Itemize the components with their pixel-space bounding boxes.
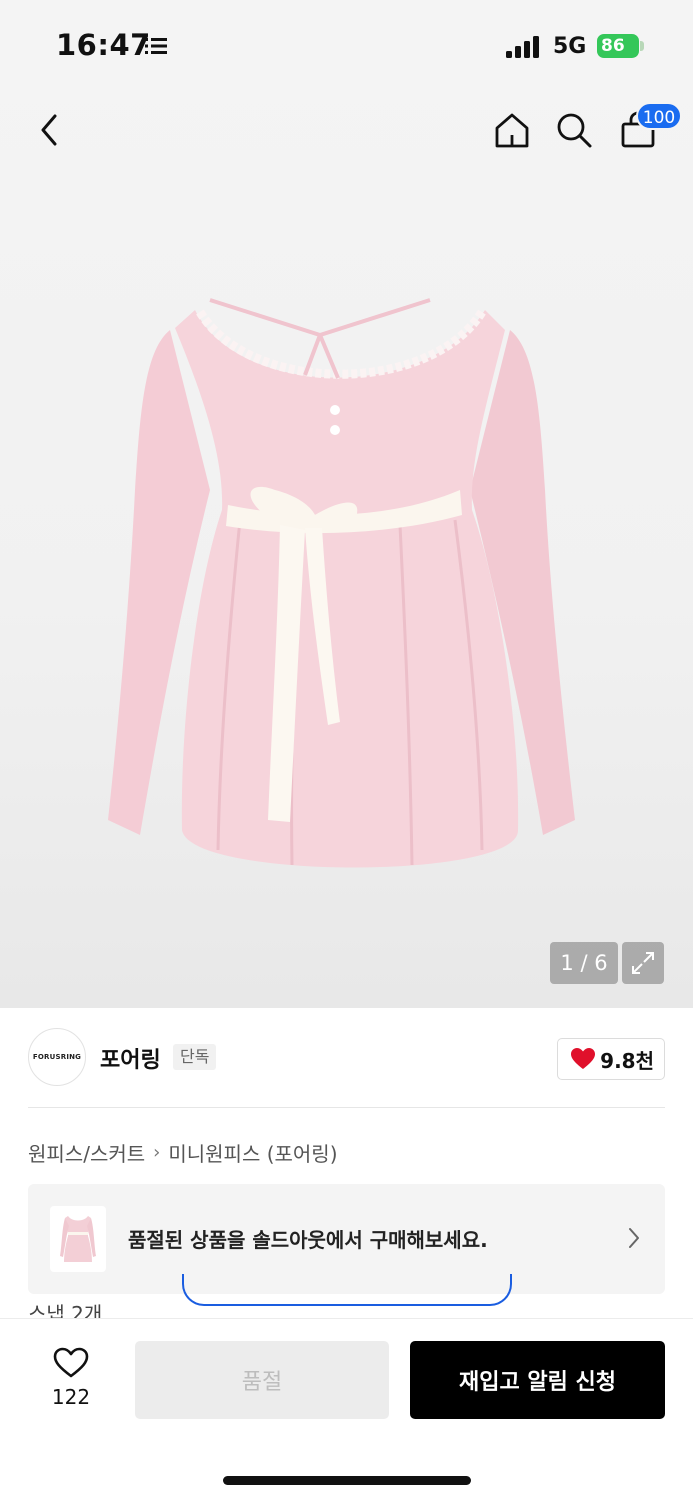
brand-like-count: 9.8천	[600, 1048, 654, 1073]
bottom-action-bar: 122 품절 재입고 알림 신청	[0, 1318, 693, 1501]
divider	[28, 1107, 665, 1108]
back-icon	[41, 114, 57, 146]
cart-count-badge: 100	[636, 102, 682, 130]
banner-message: 품절된 상품을 솔드아웃에서 구매해보세요.	[128, 1228, 488, 1252]
restock-alert-button[interactable]: 재입고 알림 신청	[410, 1341, 665, 1419]
home-indicator	[223, 1476, 471, 1485]
search-button[interactable]	[550, 106, 598, 154]
search-icon	[557, 113, 592, 148]
heart-outline-icon	[53, 1347, 89, 1378]
brand-like-button[interactable]: 9.8천	[557, 1038, 665, 1080]
heart-filled-icon	[571, 1048, 596, 1069]
soldout-button: 품절	[135, 1341, 389, 1419]
status-time: 16:47	[56, 28, 151, 62]
home-icon	[495, 113, 529, 148]
banner-thumbnail	[50, 1206, 106, 1272]
chevron-right-icon: ›	[153, 1142, 161, 1163]
brand-logo-text: FORUSRING	[32, 1053, 82, 1061]
wishlist-button[interactable]: 122	[36, 1343, 106, 1413]
breadcrumb-category[interactable]: 원피스/스커트	[28, 1138, 145, 1167]
product-image[interactable]	[100, 290, 580, 890]
battery-icon: 86	[597, 34, 639, 58]
brand-name[interactable]: 포어링	[100, 1042, 161, 1074]
battery-level: 86	[601, 36, 625, 56]
status-bar: 16:47 5G 86	[0, 0, 693, 90]
partial-outlined-button[interactable]	[182, 1274, 512, 1306]
dress-thumbnail-image	[60, 1216, 96, 1262]
home-button[interactable]	[488, 106, 536, 154]
breadcrumb-subcategory[interactable]: 미니원피스 (포어링)	[168, 1138, 337, 1167]
brand-logo[interactable]: FORUSRING	[28, 1028, 86, 1086]
product-gallery[interactable]: 16:47 5G 86 100 1 / 6	[0, 0, 693, 1008]
expand-button[interactable]	[622, 942, 664, 984]
list-icon	[145, 38, 167, 54]
breadcrumb: 원피스/스커트 › 미니원피스 (포어링)	[28, 1138, 338, 1167]
image-counter: 1 / 6	[550, 942, 618, 984]
brand-row: FORUSRING 포어링 단독 9.8천	[28, 1028, 665, 1086]
battery-cap	[640, 41, 644, 51]
back-button[interactable]	[26, 106, 74, 154]
exclusive-badge: 단독	[173, 1044, 217, 1070]
wishlist-count: 122	[51, 1385, 91, 1409]
expand-icon	[632, 952, 654, 974]
network-type: 5G	[553, 34, 587, 59]
chevron-right-icon	[629, 1228, 639, 1248]
top-nav: 100	[0, 96, 693, 166]
signal-icon	[506, 36, 539, 58]
